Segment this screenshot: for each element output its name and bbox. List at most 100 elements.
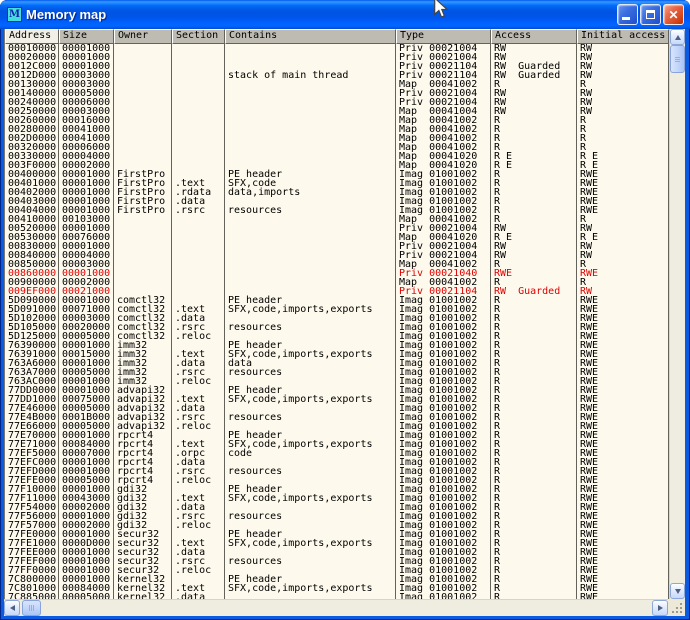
cell-access: RWE [491,269,577,278]
cell-contains [225,134,396,143]
column-header-address[interactable]: Address [5,29,59,44]
minimize-button[interactable] [617,4,638,25]
cell-access: R [491,512,577,521]
cell-access: R [491,341,577,350]
cell-contains [225,242,396,251]
cell-contains [225,251,396,260]
cell-contains [225,269,396,278]
cell-section: .reloc [172,566,225,575]
cell-contains: stack of main thread [225,71,396,80]
vertical-scrollbar[interactable] [669,29,685,599]
resize-grip[interactable] [668,599,685,616]
vertical-scroll-track[interactable] [670,45,685,583]
cell-access: R [491,206,577,215]
arrow-up-icon [675,35,681,40]
cell-access: R [491,503,577,512]
memory-map-table: AddressSizeOwnerSectionContainsTypeAcces… [4,29,669,599]
cell-access: RW Guarded [491,287,577,296]
cell-access: R [491,395,577,404]
memory-map-client-area: AddressSizeOwnerSectionContainsTypeAcces… [4,29,685,616]
maximize-button[interactable] [640,4,661,25]
cell-contains: SFX,code,imports,exports [225,395,396,404]
cell-access: R [491,458,577,467]
cell-section [172,53,225,62]
cell-owner [114,80,172,89]
column-header-type[interactable]: Type [396,29,491,44]
column-header-owner[interactable]: Owner [114,29,172,44]
arrow-left-icon [10,605,15,611]
cell-section [172,89,225,98]
cell-contains [225,44,396,53]
vertical-scroll-thumb[interactable] [670,45,685,73]
minimize-icon [622,17,630,20]
cell-contains [225,152,396,161]
cell-access: R [491,170,577,179]
cell-access: R [491,323,577,332]
cell-access: R [491,467,577,476]
cell-section [172,287,225,296]
horizontal-scrollbar[interactable] [4,599,668,616]
scroll-right-button[interactable] [652,600,668,616]
cell-contains [225,260,396,269]
cell-access: R [491,359,577,368]
cell-section [172,278,225,287]
cell-access: R [491,431,577,440]
horizontal-scroll-track[interactable] [20,600,652,616]
cell-access: R [491,404,577,413]
cell-access: R [491,584,577,593]
cell-access: R [491,296,577,305]
cell-owner [114,224,172,233]
cell-access: R [491,314,577,323]
cell-contains [225,116,396,125]
cell-contains [225,80,396,89]
cell-access: RW Guarded [491,71,577,80]
cell-access: R [491,386,577,395]
cell-initial-access: R [577,125,669,134]
column-header-initial-access[interactable]: Initial access [577,29,669,44]
scroll-down-button[interactable] [670,583,685,599]
cell-owner [114,53,172,62]
column-header-section[interactable]: Section [172,29,225,44]
horizontal-scroll-thumb[interactable] [22,600,41,616]
cell-owner [114,260,172,269]
cell-access: R [491,440,577,449]
cell-contains: resources [225,557,396,566]
cell-contains: resources [225,467,396,476]
cell-section [172,134,225,143]
column-header-size[interactable]: Size [59,29,114,44]
cell-access: R [491,548,577,557]
cell-access: R [491,494,577,503]
cell-owner [114,278,172,287]
window-title: Memory map [26,7,617,22]
cell-initial-access: RWE [577,269,669,278]
cell-access: R [491,368,577,377]
cell-contains [225,107,396,116]
titlebar[interactable]: M Memory map ✕ [0,0,690,29]
cell-access: R [491,350,577,359]
memory-map-icon: M [7,7,22,22]
column-header-access[interactable]: Access [491,29,577,44]
scroll-up-button[interactable] [670,29,685,45]
cell-access: R [491,422,577,431]
cell-access: R [491,377,577,386]
cell-access: R [491,179,577,188]
cell-section [172,215,225,224]
close-button[interactable]: ✕ [663,4,684,25]
cell-section [172,224,225,233]
scroll-left-button[interactable] [4,600,20,616]
cell-access: R [491,521,577,530]
window-controls: ✕ [617,4,684,25]
cell-contains: resources [225,512,396,521]
cell-access: R [491,449,577,458]
cell-owner [114,107,172,116]
cell-access: RW [491,107,577,116]
cell-owner [114,62,172,71]
cell-section [172,233,225,242]
cell-owner: FirstPro [114,206,172,215]
cell-section [172,116,225,125]
cell-section [172,161,225,170]
column-headers: AddressSizeOwnerSectionContainsTypeAcces… [5,29,669,44]
cell-section [172,269,225,278]
column-header-contains[interactable]: Contains [225,29,396,44]
cell-initial-access: R [577,116,669,125]
